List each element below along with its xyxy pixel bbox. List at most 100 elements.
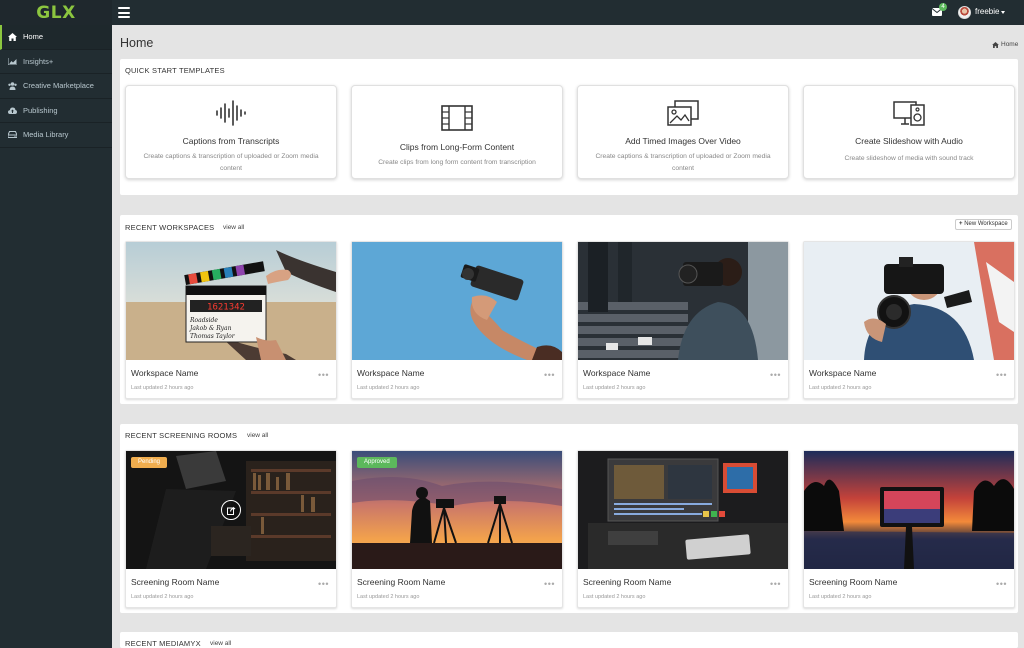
avatar[interactable]: [958, 6, 971, 19]
panel-title: RECENT MEDIAMYX: [125, 639, 201, 648]
clapper-digits: 1621342: [207, 303, 245, 313]
hamburger-icon[interactable]: [118, 7, 130, 18]
template-card-captions[interactable]: Captions from Transcripts Create caption…: [125, 85, 337, 179]
view-all-link[interactable]: view all: [223, 224, 244, 231]
sidebar-item-home[interactable]: Home: [0, 25, 112, 50]
workspace-thumbnail: [578, 242, 788, 360]
screening-room-card[interactable]: Screening Room Name Last updated 2 hours…: [577, 450, 789, 608]
more-options-icon[interactable]: •••: [996, 371, 1007, 380]
last-updated: Last updated 2 hours ago: [131, 594, 194, 600]
home-icon: [992, 41, 999, 48]
sidebar-item-publishing[interactable]: Publishing: [0, 99, 112, 123]
template-title: Add Timed Images Over Video: [625, 136, 741, 146]
sidebar-item-media-library[interactable]: Media Library: [0, 123, 112, 148]
template-description: Create clips from long form content from…: [378, 159, 536, 166]
film-icon: [352, 105, 562, 131]
workspace-name: Workspace Name: [583, 368, 651, 378]
sidebar-item-label: Insights+: [23, 56, 54, 66]
chart-icon: [8, 57, 17, 66]
screening-room-card[interactable]: Screening Room Name Last updated 2 hours…: [803, 450, 1015, 608]
plus-icon: +: [959, 221, 963, 227]
workspace-card[interactable]: Workspace Name Last updated 2 hours ago …: [577, 241, 789, 399]
template-description: Create captions & transcription of uploa…: [143, 153, 319, 172]
view-all-link[interactable]: view all: [210, 640, 231, 647]
template-card-timed-images[interactable]: Add Timed Images Over Video Create capti…: [577, 85, 789, 179]
sidebar-item-label: Publishing: [23, 105, 58, 115]
panel-title: QUICK START TEMPLATES: [125, 66, 225, 75]
screening-room-name: Screening Room Name: [583, 577, 672, 587]
share-icon[interactable]: [221, 500, 241, 520]
recent-workspaces-panel: RECENT WORKSPACES view all + New Workspa…: [120, 215, 1018, 404]
new-workspace-label: New Workspace: [964, 221, 1008, 227]
screening-room-thumbnail: [578, 451, 788, 569]
clapper-names: Jakob & Ryan: [188, 325, 232, 332]
workspace-name: Workspace Name: [357, 368, 425, 378]
audio-wave-icon: [126, 100, 336, 126]
clapper-roll: Roadside: [189, 317, 218, 324]
workspace-thumbnail: 1621342 Roadside Jakob & Ryan Thomas Tay…: [126, 242, 336, 360]
more-options-icon[interactable]: •••: [318, 371, 329, 380]
mail-count-badge: 4: [939, 3, 947, 11]
screening-room-name: Screening Room Name: [357, 577, 446, 587]
screening-room-name: Screening Room Name: [809, 577, 898, 587]
template-card-clips[interactable]: Clips from Long-Form Content Create clip…: [351, 85, 563, 179]
sidebar-item-label: Media Library: [23, 130, 69, 140]
new-workspace-button[interactable]: + New Workspace: [955, 219, 1012, 230]
panel-title: RECENT SCREENING ROOMS: [125, 431, 238, 440]
template-title: Clips from Long-Form Content: [399, 142, 515, 152]
breadcrumb[interactable]: Home: [992, 41, 1018, 48]
panel-title: RECENT WORKSPACES: [125, 223, 215, 232]
workspace-name: Workspace Name: [809, 368, 877, 378]
logo-text: GLX: [36, 2, 76, 23]
last-updated: Last updated 2 hours ago: [131, 385, 194, 391]
more-options-icon[interactable]: •••: [544, 371, 555, 380]
sidebar-item-insights[interactable]: Insights+: [0, 50, 112, 74]
template-title: Captions from Transcripts: [182, 136, 280, 146]
screening-room-card[interactable]: Pending Screening Room Name Last updated…: [125, 450, 337, 608]
workspace-card[interactable]: Workspace Name Last updated 2 hours ago …: [351, 241, 563, 399]
more-options-icon[interactable]: •••: [544, 580, 555, 589]
screening-room-card[interactable]: Approved Screening Room Name Last update…: [351, 450, 563, 608]
clapper-third: Thomas Taylor: [190, 333, 236, 340]
status-badge-approved: Approved: [357, 457, 397, 468]
caret-down-icon[interactable]: [1001, 11, 1005, 14]
last-updated: Last updated 2 hours ago: [809, 385, 872, 391]
status-badge-pending: Pending: [131, 457, 168, 468]
workspace-card[interactable]: 1621342 Roadside Jakob & Ryan Thomas Tay…: [125, 241, 337, 399]
more-options-icon[interactable]: •••: [318, 580, 329, 589]
user-menu[interactable]: freebie: [975, 7, 999, 16]
view-all-link[interactable]: view all: [247, 432, 268, 439]
template-card-slideshow[interactable]: Create Slideshow with Audio Create slide…: [803, 85, 1015, 179]
last-updated: Last updated 2 hours ago: [357, 385, 420, 391]
breadcrumb-label: Home: [1001, 41, 1019, 48]
sidebar-item-label: Creative Marketplace: [23, 81, 94, 91]
sidebar-item-label: Home: [23, 32, 44, 42]
last-updated: Last updated 2 hours ago: [583, 385, 646, 391]
last-updated: Last updated 2 hours ago: [357, 594, 420, 600]
sidebar-item-creative-marketplace[interactable]: Creative Marketplace: [0, 74, 112, 99]
screening-room-thumbnail: [804, 451, 1014, 569]
images-icon: [578, 100, 788, 126]
screening-room-name: Screening Room Name: [131, 577, 220, 587]
quick-start-panel: QUICK START TEMPLATES Captions from Tran…: [120, 59, 1018, 195]
sidebar: Home Insights+ Creative Marketplace Publ…: [0, 25, 112, 648]
recent-screening-rooms-panel: RECENT SCREENING ROOMS view all Pending …: [120, 424, 1018, 613]
more-options-icon[interactable]: •••: [770, 371, 781, 380]
template-title: Create Slideshow with Audio: [855, 136, 963, 146]
users-icon: [8, 81, 17, 90]
workspace-card[interactable]: Workspace Name Last updated 2 hours ago …: [803, 241, 1015, 399]
hdd-icon: [8, 130, 17, 139]
more-options-icon[interactable]: •••: [996, 580, 1007, 589]
recent-mediamyx-panel: RECENT MEDIAMYX view all: [120, 632, 1018, 648]
workspace-thumbnail: [804, 242, 1014, 360]
screening-room-thumbnail: [352, 451, 562, 569]
cloud-upload-icon: [8, 106, 17, 115]
workspace-thumbnail: [352, 242, 562, 360]
last-updated: Last updated 2 hours ago: [583, 594, 646, 600]
brand-logo[interactable]: GLX: [0, 0, 112, 25]
home-icon: [8, 32, 17, 41]
template-description: Create slideshow of media with sound tra…: [844, 155, 974, 162]
top-navbar: GLX 4 freebie: [0, 0, 1024, 25]
more-options-icon[interactable]: •••: [770, 580, 781, 589]
slideshow-speaker-icon: [804, 100, 1014, 126]
